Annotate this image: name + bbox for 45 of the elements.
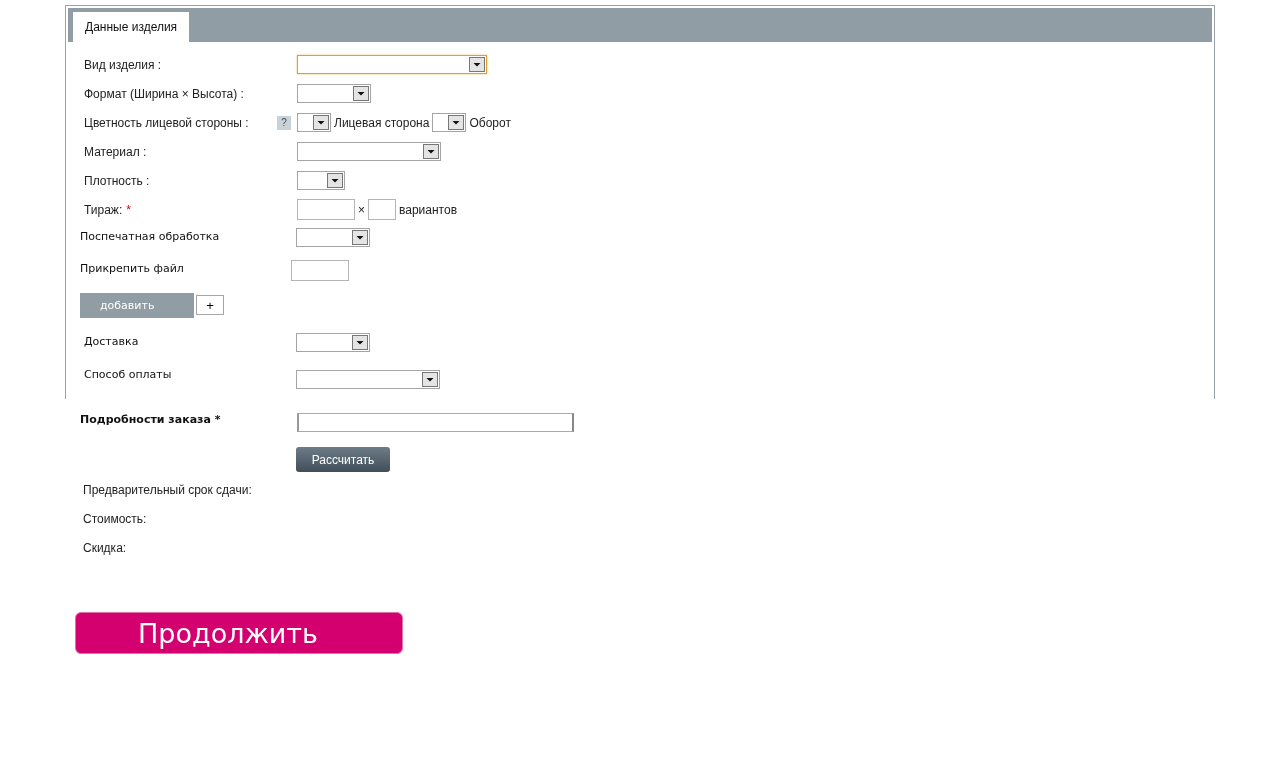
- dropdown-field[interactable]: [297, 84, 371, 103]
- calculate-button[interactable]: Рассчитать: [296, 447, 390, 472]
- file-field[interactable]: [291, 260, 349, 281]
- field-label: Тираж: *: [84, 202, 132, 217]
- field-label: Материал :: [84, 144, 148, 159]
- caret-icon: [353, 86, 369, 101]
- dropdown-field[interactable]: [297, 142, 441, 161]
- dropdown-field[interactable]: [296, 228, 370, 247]
- caret-icon: [423, 144, 439, 159]
- field-label: Вид изделия :: [84, 57, 163, 72]
- dropdown-field[interactable]: [297, 113, 331, 132]
- dropdown-field[interactable]: [297, 171, 345, 190]
- caret-icon: [469, 57, 485, 72]
- plus-button[interactable]: +: [196, 295, 224, 315]
- variants-field[interactable]: [368, 199, 396, 220]
- caret-icon: [422, 372, 438, 387]
- help-icon[interactable]: ?: [277, 115, 291, 130]
- order-details-field[interactable]: [297, 413, 574, 432]
- field-label: Способ оплаты: [84, 367, 173, 381]
- field-label: Подробности заказа *: [80, 413, 222, 426]
- field-label: Цветность лицевой стороны :: [84, 115, 250, 130]
- caret-icon: [327, 173, 343, 188]
- result-label: Скидка:: [83, 541, 127, 555]
- dropdown-field[interactable]: [297, 55, 487, 74]
- variants-label: вариантов: [399, 202, 458, 217]
- field-label: Прикрепить файл: [80, 261, 185, 275]
- caret-icon: [352, 230, 368, 245]
- continue-button[interactable]: Продолжить: [75, 612, 403, 654]
- front-side-label: Лицевая сторона: [334, 115, 430, 130]
- multiply-sign: ×: [358, 202, 365, 217]
- field-label: Формат (Ширина × Высота) :: [84, 86, 245, 101]
- quantity-field[interactable]: [297, 199, 355, 220]
- caret-icon: [352, 335, 368, 350]
- caret-icon: [313, 115, 329, 130]
- dropdown-field[interactable]: [296, 370, 440, 389]
- result-label: Стоимость:: [83, 512, 147, 526]
- field-label: Плотность :: [84, 173, 151, 188]
- dropdown-field[interactable]: [432, 113, 467, 132]
- tab[interactable]: Данные изделия: [73, 12, 190, 42]
- caret-icon: [448, 115, 465, 130]
- field-label: Доставка: [84, 334, 140, 348]
- dropdown-field[interactable]: [296, 333, 370, 352]
- result-label: Предварительный срок сдачи:: [83, 483, 252, 497]
- field-label: Поспечатная обработка: [80, 229, 221, 243]
- back-side-label: Оборот: [469, 115, 511, 130]
